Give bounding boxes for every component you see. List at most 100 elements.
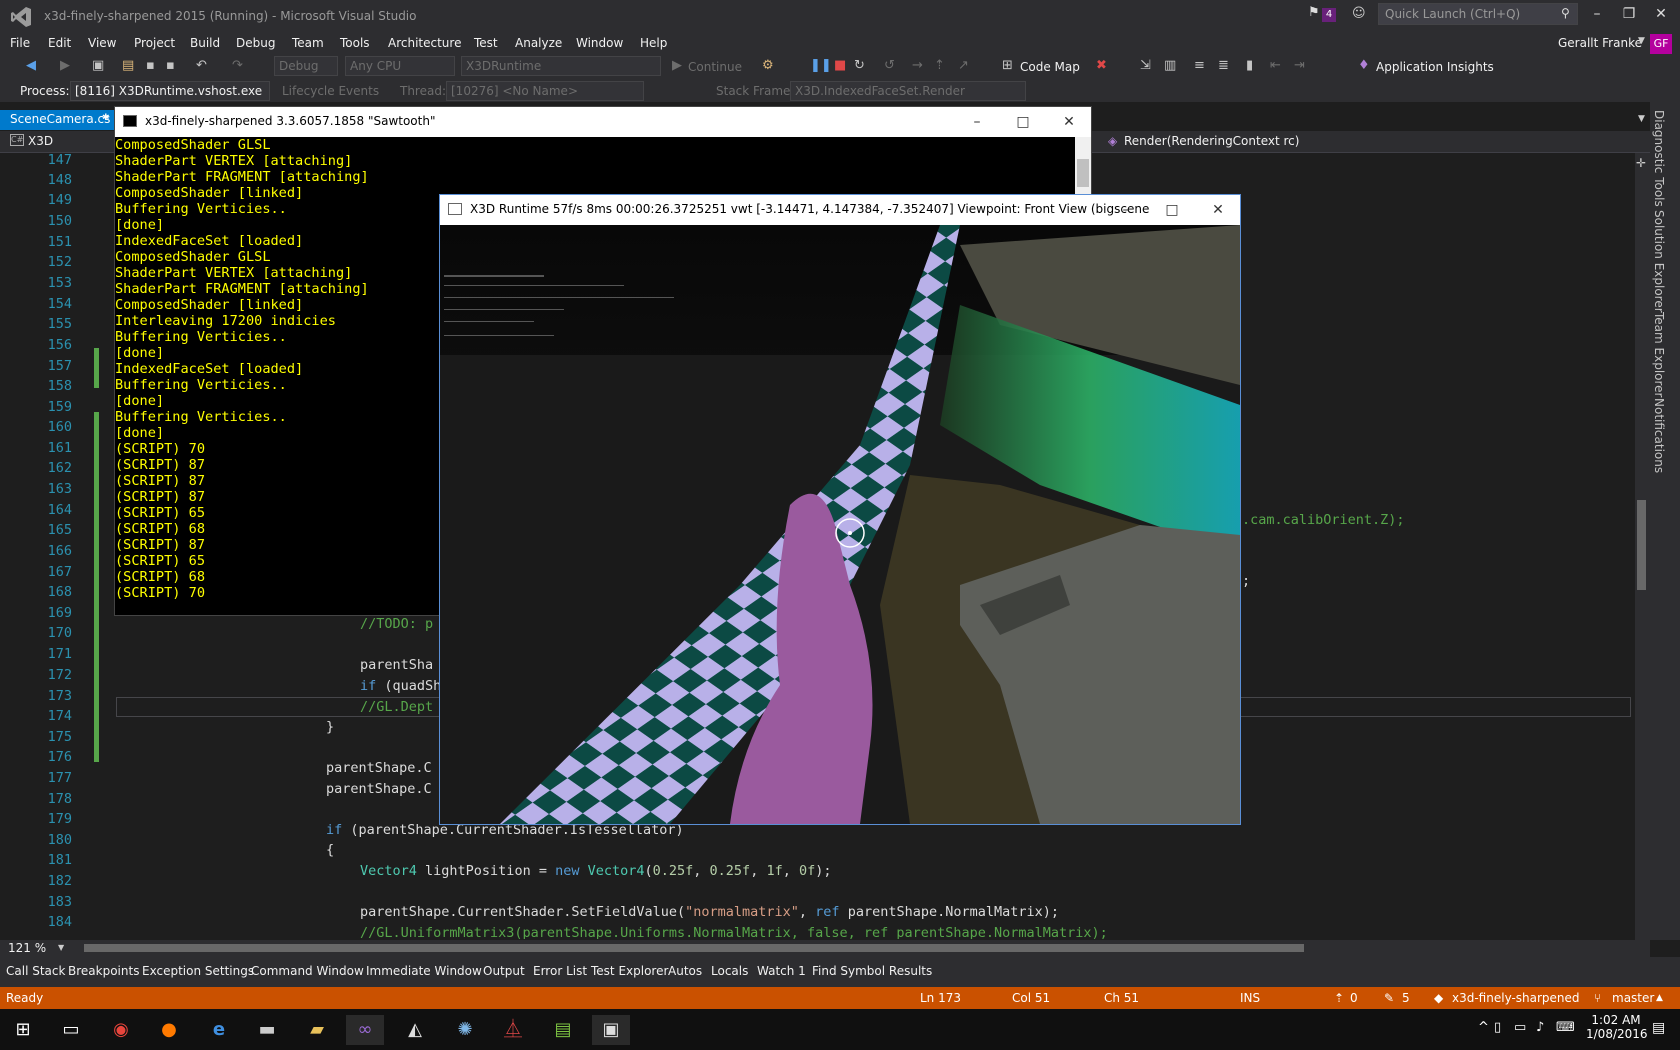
app-icon-4[interactable]: ▤ xyxy=(544,1015,582,1045)
attach-process-icon[interactable]: ⚙ xyxy=(762,58,774,73)
comment-icon[interactable]: ≡ xyxy=(1194,58,1205,73)
tab-find-symbol-results[interactable]: Find Symbol Results xyxy=(812,964,932,978)
forward-icon[interactable]: ▶ xyxy=(60,58,70,73)
menu-tools[interactable]: Tools xyxy=(340,36,370,50)
tab-immediate-window[interactable]: Immediate Window xyxy=(366,964,482,978)
redo-icon[interactable]: ↷ xyxy=(232,58,243,73)
configuration-select[interactable]: Debug xyxy=(274,56,338,76)
lifecycle-events-button[interactable]: Lifecycle Events xyxy=(282,84,379,98)
pending-changes-count[interactable]: 5 xyxy=(1402,991,1410,1005)
code-map-icon[interactable]: ⊞ xyxy=(1002,58,1013,73)
app-icon-1[interactable]: ◭ xyxy=(396,1015,434,1045)
tab-exception-settings[interactable]: Exception Settings xyxy=(142,964,254,978)
document-tab-label[interactable]: SceneCamera.cs xyxy=(10,112,110,126)
console-maximize-button[interactable]: □ xyxy=(1003,111,1043,133)
code-map-button[interactable]: Code Map xyxy=(1020,60,1080,74)
code-line-171[interactable]: parentSha xyxy=(360,655,433,675)
show-next-statement-icon[interactable]: ↺ xyxy=(884,58,895,73)
tab-command-window[interactable]: Command Window xyxy=(251,964,364,978)
taskbar-clock[interactable]: 1:02 AM 1/08/2016 xyxy=(1586,1013,1648,1041)
battery-icon[interactable]: ▯ xyxy=(1494,1020,1501,1035)
tab-solution-explorer[interactable]: Solution Explorer xyxy=(1652,210,1666,313)
unpublished-commits-count[interactable]: 0 xyxy=(1350,991,1358,1005)
action-center-icon[interactable]: ▤ xyxy=(1652,1020,1665,1036)
toolbar-icon-2[interactable]: ▥ xyxy=(1164,58,1176,73)
code-line-184[interactable]: //GL.UniformMatrix3(parentShape.Uniforms… xyxy=(360,923,1108,939)
tab-call-stack[interactable]: Call Stack xyxy=(6,964,65,978)
tab-locals[interactable]: Locals xyxy=(711,964,748,978)
edge-icon[interactable]: e xyxy=(200,1015,238,1045)
x3d-minimize-button[interactable]: – xyxy=(1106,199,1146,221)
bookmark-icon[interactable]: ▮ xyxy=(1246,58,1253,73)
menu-view[interactable]: View xyxy=(88,36,116,50)
console-app-icon[interactable]: ▣ xyxy=(592,1015,630,1045)
menu-edit[interactable]: Edit xyxy=(48,36,71,50)
chrome-icon[interactable]: ◉ xyxy=(102,1015,140,1045)
code-line-173[interactable]: //GL.Dept xyxy=(360,697,433,717)
back-icon[interactable]: ◀ xyxy=(26,58,36,73)
file-explorer-icon[interactable]: ▰ xyxy=(298,1015,336,1045)
menu-project[interactable]: Project xyxy=(134,36,175,50)
tab-output[interactable]: Output xyxy=(483,964,525,978)
x3d-title-bar[interactable]: X3D Runtime 57f/s 8ms 00:00:26.3725251 v… xyxy=(440,195,1240,225)
scrollbar-thumb[interactable] xyxy=(1077,159,1089,187)
minimize-button[interactable]: – xyxy=(1580,4,1614,24)
notifications-flag-icon[interactable]: ⚑ xyxy=(1308,5,1320,20)
maximize-button[interactable]: ❐ xyxy=(1612,4,1646,24)
x3d-runtime-window[interactable]: X3D Runtime 57f/s 8ms 00:00:26.3725251 v… xyxy=(439,194,1241,825)
search-icon[interactable]: ⚲ xyxy=(1561,6,1570,20)
new-project-icon[interactable]: ▣ xyxy=(92,58,104,73)
tab-autos[interactable]: Autos xyxy=(668,964,702,978)
network-icon[interactable]: ▭ xyxy=(1514,1020,1526,1035)
chevron-down-icon[interactable]: ▼ xyxy=(58,943,64,952)
application-insights-icon[interactable]: ♦ xyxy=(1358,58,1370,73)
firefox-icon[interactable]: ● xyxy=(150,1015,188,1045)
start-windows-icon[interactable]: ⊞ xyxy=(4,1015,42,1045)
stop-icon[interactable]: ■ xyxy=(834,58,846,73)
prev-bookmark-icon[interactable]: ⇤ xyxy=(1270,58,1281,73)
app-icon-3[interactable]: ⏅ xyxy=(494,1015,532,1045)
menu-help[interactable]: Help xyxy=(640,36,667,50)
restart-icon[interactable]: ↻ xyxy=(854,58,865,73)
code-line-181[interactable]: Vector4 lightPosition = new Vector4(0.25… xyxy=(360,861,832,881)
console-title-bar[interactable]: x3d-finely-sharpened 3.3.6057.1858 "Sawt… xyxy=(115,107,1091,137)
console-close-button[interactable]: ✕ xyxy=(1049,111,1089,133)
code-line-164[interactable]: .cam.calibOrient.Z); xyxy=(1242,510,1405,530)
tab-overflow-icon[interactable]: ▼ xyxy=(1638,114,1645,124)
branch-name[interactable]: master xyxy=(1612,991,1654,1005)
pending-changes-icon[interactable]: ✎ xyxy=(1384,991,1394,1005)
stack-frame-select[interactable]: X3D.IndexedFaceSet.Render xyxy=(790,81,1026,101)
repository-name[interactable]: x3d-finely-sharpened xyxy=(1452,991,1580,1005)
branch-icon[interactable]: ⑂ xyxy=(1594,991,1601,1005)
tab-team-explorer[interactable]: Team Explorer xyxy=(1652,312,1666,398)
pin-icon[interactable]: ✱ xyxy=(102,113,110,123)
tab-watch-1[interactable]: Watch 1 xyxy=(757,964,806,978)
menu-team[interactable]: Team xyxy=(292,36,324,50)
thread-select[interactable]: [10276] <No Name> xyxy=(446,81,644,101)
member-dropdown[interactable]: Render(RenderingContext rc) xyxy=(1124,134,1299,148)
continue-icon[interactable]: ▶ xyxy=(672,58,682,73)
project-dropdown[interactable]: X3D xyxy=(28,134,53,148)
code-line-183[interactable]: parentShape.CurrentShader.SetFieldValue(… xyxy=(360,902,1059,922)
code-line-172[interactable]: if (quadSh xyxy=(360,676,441,696)
console-minimize-button[interactable]: – xyxy=(957,111,997,133)
startup-project-select[interactable]: X3DRuntime xyxy=(461,56,661,76)
tab-breakpoints[interactable]: Breakpoints xyxy=(68,964,139,978)
pause-icon[interactable]: ❚❚ xyxy=(810,58,832,73)
toolbar-icon-1[interactable]: ⇲ xyxy=(1140,58,1151,73)
notifications-count-badge[interactable]: 4 xyxy=(1322,8,1336,22)
code-line-165[interactable]: ; xyxy=(1242,571,1250,591)
chevron-down-icon[interactable]: ▼ xyxy=(1638,36,1645,46)
feedback-icon[interactable]: ☺ xyxy=(1352,6,1366,21)
tab-test-explorer[interactable]: Test Explorer xyxy=(591,964,668,978)
code-line-177[interactable]: parentShape.C xyxy=(326,779,432,799)
save-icon[interactable]: ▪ xyxy=(146,58,155,73)
chevron-up-icon[interactable]: ▲ xyxy=(1656,993,1663,1003)
menu-window[interactable]: Window xyxy=(576,36,623,50)
application-insights-button[interactable]: Application Insights xyxy=(1376,60,1494,74)
keyboard-icon[interactable]: ⌨ xyxy=(1556,1020,1575,1035)
code-line-174[interactable]: } xyxy=(326,717,334,737)
zoom-level[interactable]: 121 % xyxy=(8,941,46,955)
menu-test[interactable]: Test xyxy=(474,36,498,50)
menu-build[interactable]: Build xyxy=(190,36,220,50)
